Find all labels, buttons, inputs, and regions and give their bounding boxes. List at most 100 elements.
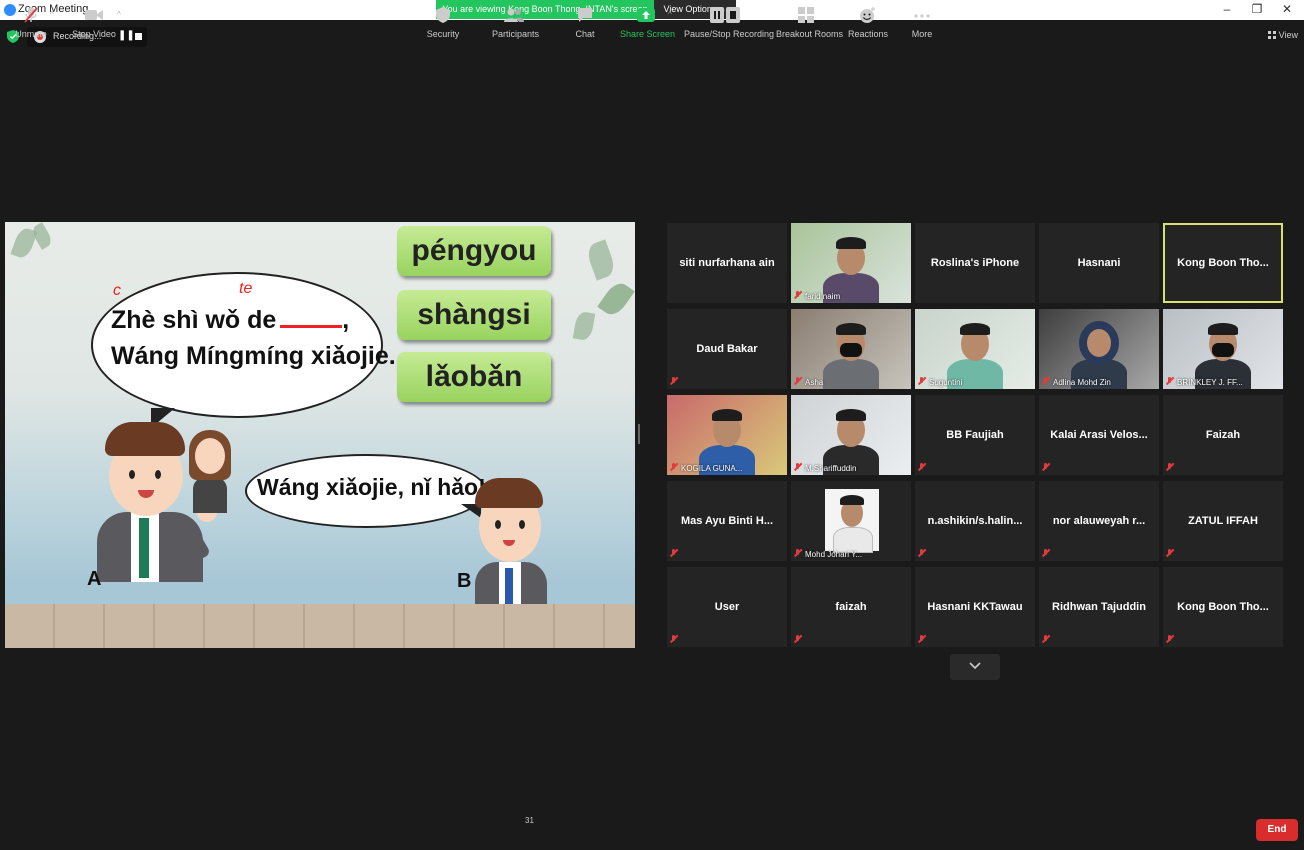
video-shape — [1212, 343, 1234, 357]
share-screen-button[interactable]: Share Screen — [620, 6, 676, 39]
participant-video — [667, 395, 787, 475]
participant-tile[interactable]: Ridhwan Tajuddin — [1039, 567, 1159, 647]
participant-tile[interactable]: Faizah — [1163, 395, 1283, 475]
view-button[interactable]: View — [1267, 30, 1298, 40]
person-a-eye — [155, 470, 161, 479]
participant-tile[interactable]: Asha — [791, 309, 911, 389]
participant-video — [825, 489, 879, 553]
muted-microphone-icon — [794, 463, 802, 471]
participant-tile[interactable]: KOGILA GUNA... — [667, 395, 787, 475]
participant-tile[interactable]: ZATUL IFFAH — [1163, 481, 1283, 561]
pause-stop-recording-button[interactable]: Pause/Stop Recording — [684, 6, 775, 39]
leaf-decoration — [584, 239, 618, 281]
participant-name: Adlina Mohd Zin — [1053, 378, 1111, 387]
chevron-down-icon — [969, 662, 981, 670]
more-button[interactable]: More — [906, 6, 938, 39]
participants-button[interactable]: Participants — [492, 6, 539, 39]
bubble-a-line2: Wáng Míngmíng xiǎojie. — [111, 342, 396, 370]
muted-microphone-icon — [1042, 463, 1050, 471]
participant-name: Mohd Johari Y... — [805, 550, 863, 559]
participant-tile[interactable]: User — [667, 567, 787, 647]
participant-tile[interactable]: Suguntini — [915, 309, 1035, 389]
unmute-button[interactable]: Unmute — [12, 6, 50, 39]
woman-head — [195, 438, 225, 474]
stop-recording-button[interactable] — [135, 33, 142, 40]
participant-video — [915, 309, 1035, 389]
shield-icon — [436, 7, 450, 23]
annotation-te: te — [239, 280, 253, 297]
video-shape — [836, 323, 866, 335]
participant-name: faizah — [835, 601, 867, 613]
participant-tile[interactable]: Mas Ayu Binti H... — [667, 481, 787, 561]
participant-tile[interactable]: Kong Boon Tho... — [1163, 567, 1283, 647]
participant-tile[interactable]: Kalai Arasi Velos... — [1039, 395, 1159, 475]
breakout-rooms-button[interactable]: Breakout Rooms — [776, 6, 843, 39]
participant-tile[interactable]: Kong Boon Tho... — [1163, 223, 1283, 303]
participant-tile[interactable]: siti nurfarhana ain — [667, 223, 787, 303]
security-button[interactable]: Security — [424, 6, 462, 39]
wooden-floor — [5, 604, 635, 648]
muted-microphone-icon — [794, 291, 802, 299]
end-meeting-button[interactable]: End — [1256, 819, 1298, 841]
participant-name: n.ashikin/s.halin... — [927, 515, 1023, 527]
video-shape — [836, 409, 866, 421]
participants-options-caret[interactable]: ^ — [547, 10, 551, 19]
chat-icon — [578, 8, 592, 22]
share-screen-label: Share Screen — [620, 29, 676, 39]
splitter-handle[interactable] — [638, 424, 640, 444]
participant-tile[interactable]: BB Faujiah — [915, 395, 1035, 475]
person-b-hair — [475, 478, 543, 508]
pause-stop-icon — [710, 7, 740, 23]
bubble-a-line1: Zhè shì wǒ de, — [111, 306, 349, 335]
muted-microphone-icon — [1166, 377, 1174, 385]
microphone-muted-icon — [24, 7, 38, 23]
muted-microphone-icon — [1166, 463, 1174, 471]
audio-options-caret[interactable]: ^ — [50, 10, 54, 19]
maximize-button[interactable]: ❐ — [1247, 2, 1267, 16]
fill-in-blank — [280, 307, 343, 328]
muted-microphone-icon — [1166, 635, 1174, 643]
participant-tile[interactable]: faizah — [791, 567, 911, 647]
participant-tile[interactable]: farid naim — [791, 223, 911, 303]
chat-button[interactable]: Chat — [570, 6, 600, 39]
participant-video — [1039, 309, 1159, 389]
participant-tile[interactable]: BRINKLEY J. FF... — [1163, 309, 1283, 389]
participant-name: Roslina's iPhone — [930, 257, 1020, 269]
video-options-caret[interactable]: ^ — [117, 10, 121, 19]
participant-tile[interactable]: Hasnani KKTawau — [915, 567, 1035, 647]
person-b-eye — [519, 520, 525, 529]
participant-name: Asha — [805, 378, 824, 387]
security-label: Security — [426, 29, 460, 39]
participant-video — [1163, 309, 1283, 389]
minimize-button[interactable]: – — [1217, 2, 1237, 16]
participant-tile[interactable]: Mohd Johari Y... — [791, 481, 911, 561]
participant-tile[interactable]: Adlina Mohd Zin — [1039, 309, 1159, 389]
participant-tile[interactable]: Hasnani — [1039, 223, 1159, 303]
pause-recording-button[interactable]: ❚❚ — [118, 30, 135, 41]
participant-name: Ridhwan Tajuddin — [1052, 601, 1146, 613]
close-button[interactable]: ✕ — [1277, 2, 1297, 16]
participant-name: nor alauweyah r... — [1052, 515, 1146, 527]
next-page-button[interactable] — [950, 654, 1000, 680]
share-options-caret[interactable]: ^ — [668, 10, 672, 19]
participant-tile[interactable]: n.ashikin/s.halin... — [915, 481, 1035, 561]
vocab-card-shangsi: shàngsi — [397, 290, 551, 340]
leaf-decoration — [29, 222, 55, 250]
speech-bubble-a: Zhè shì wǒ de, Wáng Míngmíng xiǎojie. — [91, 272, 396, 418]
stop-video-button[interactable]: Stop Video — [70, 6, 118, 39]
participant-name: siti nurfarhana ain — [679, 257, 775, 269]
breakout-rooms-icon — [798, 7, 814, 23]
participant-name: BRINKLEY J. FF... — [1177, 378, 1243, 387]
participant-tile[interactable]: M.Shariffuddin — [791, 395, 911, 475]
grid-icon — [1267, 31, 1276, 39]
participant-tile[interactable]: Roslina's iPhone — [915, 223, 1035, 303]
participant-tile[interactable]: nor alauweyah r... — [1039, 481, 1159, 561]
participant-tile[interactable]: Daud Bakar — [667, 309, 787, 389]
muted-microphone-icon — [794, 635, 802, 643]
leaf-decoration — [572, 310, 596, 342]
pause-stop-recording-label: Pause/Stop Recording — [684, 29, 775, 39]
participant-name: KOGILA GUNA... — [681, 464, 743, 473]
video-shape — [840, 495, 864, 505]
participant-count: 31 — [525, 816, 534, 825]
reactions-button[interactable]: Reactions — [848, 6, 888, 39]
